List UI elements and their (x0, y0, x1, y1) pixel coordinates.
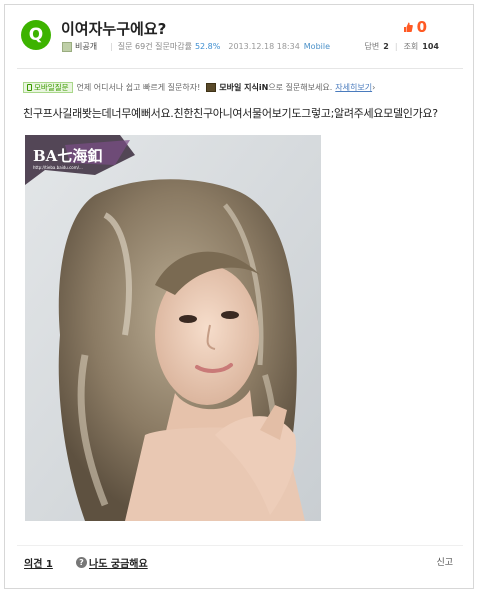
mobile-banner: 모바일질문 언제 어디서나 쉽고 빠르게 질문하자! 모바일 지식iN 으로 질… (23, 82, 375, 93)
report-link[interactable]: 신고 (436, 555, 453, 568)
close-rate-value: 52.8% (194, 42, 221, 51)
close-rate-label: 질문 69건 질문마감률 (117, 42, 192, 51)
mobile-phone-icon (27, 84, 32, 91)
portrait-image: BA七海釦 http://tieba.baidu.com/... (25, 135, 321, 521)
question-photo[interactable]: BA七海釦 http://tieba.baidu.com/... (25, 135, 321, 521)
like-count: 0 (416, 18, 427, 36)
like-button[interactable]: 0 (403, 18, 427, 36)
mobile-kin-name: 모바일 지식iN (219, 83, 269, 92)
curious-label: 나도 궁금해요 (89, 559, 148, 570)
mobile-tag-label: 모바일질문 (34, 83, 69, 92)
see-more-arrow-icon: › (372, 83, 376, 92)
question-meta: 비공개 | 질문 69건 질문마감률 52.8% 2013.12.18 18:3… (62, 41, 330, 52)
mobile-banner-text: 언제 어디서나 쉽고 빠르게 질문하자! (76, 83, 201, 92)
views-label: 조회 (403, 42, 419, 51)
author-name[interactable]: 비공개 (75, 41, 97, 52)
question-stats: 답변 2 | 조회 104 (365, 41, 445, 52)
device-label: Mobile (303, 42, 331, 51)
question-card: Q 이여자누구에요? 비공개 | 질문 69건 질문마감률 52.8% 2013… (4, 4, 474, 589)
avatar-icon (62, 41, 72, 52)
answers-count: 2 (383, 42, 389, 51)
views-count: 104 (422, 42, 439, 51)
photo-watermark-url: http://tieba.baidu.com/... (33, 165, 83, 170)
opinion-link[interactable]: 의견 1 (24, 555, 53, 570)
kin-icon (206, 83, 217, 92)
stats-divider: | (394, 42, 398, 51)
see-more-link[interactable]: 자세히보기 (335, 82, 372, 93)
question-date: 2013.12.18 18:34 (228, 42, 300, 51)
question-q-icon: Q (21, 20, 51, 50)
question-title: 이여자누구에요? (61, 20, 167, 38)
answers-label: 답변 (364, 42, 380, 51)
mobile-question-tag: 모바일질문 (23, 82, 73, 93)
thumb-up-icon (403, 22, 413, 32)
meta-divider: | (110, 42, 113, 51)
curious-button[interactable]: ? 나도 궁금해요 (76, 555, 148, 570)
footer-divider (17, 545, 463, 546)
photo-watermark: BA七海釦 (33, 147, 102, 165)
mobile-kin-text: 으로 질문해보세요. (268, 83, 333, 92)
question-circle-icon: ? (76, 557, 87, 568)
header-divider (17, 68, 463, 69)
question-body: 친구프사길래봣는데너무예뻐서요.친한친구아니여서물어보기도그렇고;알려주세요모델… (23, 107, 438, 120)
